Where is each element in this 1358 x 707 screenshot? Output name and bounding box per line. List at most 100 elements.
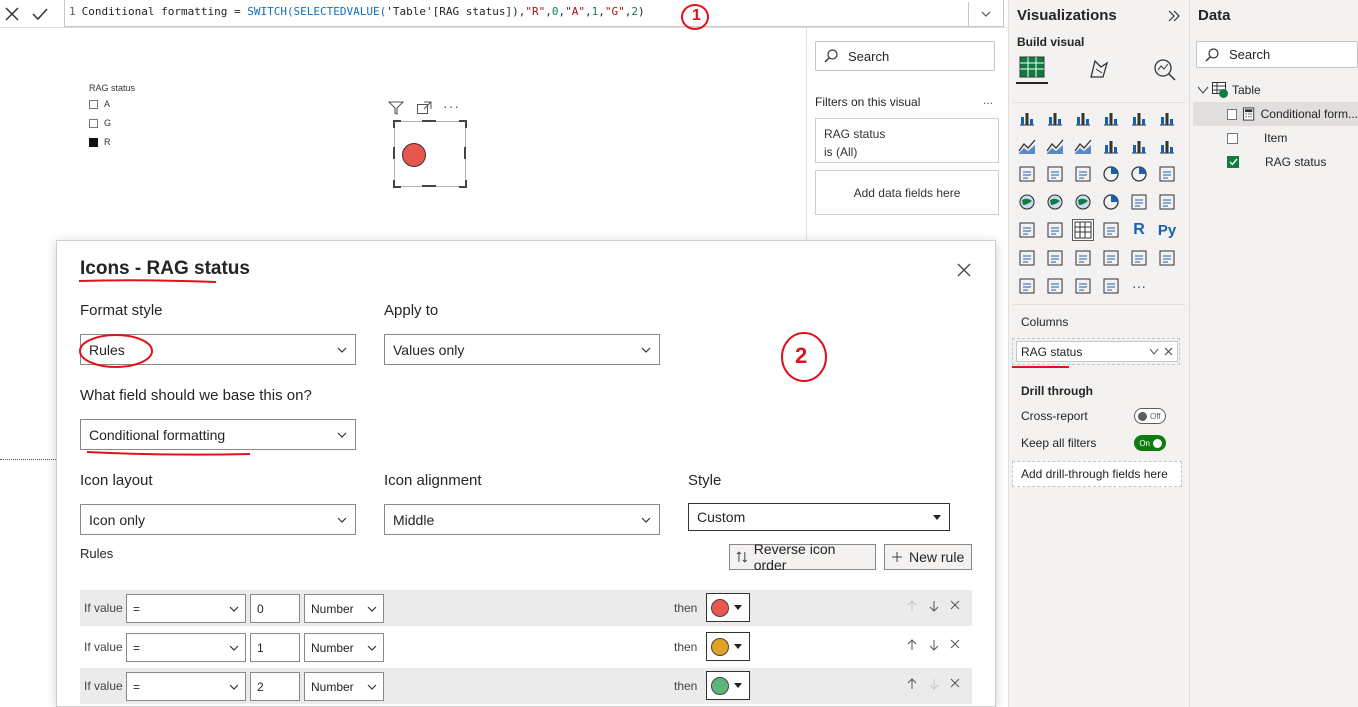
paginated-report-icon[interactable] — [1156, 247, 1178, 269]
format-visual-icon[interactable] — [1087, 57, 1111, 81]
new-rule-button[interactable]: New rule — [884, 544, 972, 570]
build-visual-tab[interactable] — [1016, 52, 1048, 84]
columns-field-pill[interactable]: RAG status — [1016, 341, 1178, 362]
arrow-down-icon[interactable] — [928, 678, 940, 690]
qa-icon[interactable] — [1072, 247, 1094, 269]
slicer-item-a[interactable]: A — [89, 99, 110, 109]
arrow-up-icon[interactable] — [906, 600, 918, 612]
keep-filters-toggle[interactable]: On — [1134, 435, 1166, 451]
cancel-icon[interactable] — [2, 4, 22, 24]
line-chart-icon[interactable] — [1016, 135, 1038, 157]
base-field-dropdown[interactable]: Conditional formatting — [80, 419, 356, 450]
resize-handle[interactable] — [459, 120, 467, 128]
arrow-down-icon[interactable] — [928, 639, 940, 651]
resize-handle[interactable] — [459, 180, 467, 188]
donut-chart-icon[interactable] — [1128, 163, 1150, 185]
rule-value-input[interactable]: 1 — [250, 633, 300, 662]
table-node[interactable]: Table — [1193, 78, 1358, 102]
delete-rule-icon[interactable] — [950, 600, 960, 610]
data-search-input[interactable]: Search — [1196, 41, 1358, 68]
clustered-column-chart-icon[interactable] — [1100, 107, 1122, 129]
add-data-fields-well[interactable]: Add data fields here — [815, 170, 999, 215]
area-chart-icon[interactable] — [1044, 135, 1066, 157]
power-apps-icon[interactable] — [1016, 275, 1038, 297]
reverse-icon-order-button[interactable]: Reverse icon order — [729, 541, 876, 573]
chevron-down-icon[interactable] — [1149, 348, 1159, 356]
slicer-item-g[interactable]: G — [89, 118, 111, 128]
field-checkbox[interactable] — [1227, 108, 1238, 120]
multi-row-card-icon[interactable] — [1156, 191, 1178, 213]
ribbon-chart-icon[interactable] — [1156, 135, 1178, 157]
waterfall-chart-icon[interactable] — [1016, 163, 1038, 185]
arrow-down-icon[interactable] — [928, 600, 940, 612]
card-icon[interactable] — [1128, 191, 1150, 213]
azure-map-icon[interactable] — [1072, 191, 1094, 213]
power-automate-icon[interactable] — [1044, 275, 1066, 297]
gauge-icon[interactable] — [1100, 191, 1122, 213]
chevron-visual-icon[interactable] — [1100, 275, 1122, 297]
treemap-icon[interactable] — [1156, 163, 1178, 185]
filter-card[interactable]: RAG status is (All) — [815, 118, 999, 163]
value-type-dropdown[interactable]: Number — [304, 594, 384, 623]
slicer-item-r[interactable]: R — [89, 137, 111, 147]
chevron-down-icon[interactable] — [1197, 85, 1209, 95]
expand-formula-button[interactable] — [968, 2, 1002, 26]
commit-check-icon[interactable] — [30, 4, 50, 24]
matrix-icon[interactable] — [1100, 219, 1122, 241]
map-icon[interactable] — [1016, 191, 1038, 213]
field-checkbox-checked[interactable] — [1227, 156, 1239, 168]
more-visuals-icon[interactable]: ··· — [1128, 275, 1150, 297]
resize-handle[interactable] — [393, 180, 401, 188]
focus-mode-icon[interactable] — [416, 101, 432, 115]
100-column-chart-icon[interactable] — [1156, 107, 1178, 129]
operator-dropdown[interactable]: = — [126, 633, 246, 662]
field-row-item[interactable]: Item — [1193, 126, 1358, 150]
delete-rule-icon[interactable] — [950, 678, 960, 688]
smart-narrative-icon[interactable] — [1100, 247, 1122, 269]
resize-handle[interactable] — [422, 185, 436, 187]
resize-handle[interactable] — [422, 120, 436, 122]
goals-icon[interactable] — [1128, 247, 1150, 269]
cross-report-toggle[interactable]: Off — [1134, 408, 1166, 424]
filled-map-icon[interactable] — [1044, 191, 1066, 213]
table-icon[interactable] — [1072, 219, 1094, 241]
arrow-up-icon[interactable] — [906, 639, 918, 651]
analytics-icon[interactable] — [1152, 57, 1178, 81]
icon-layout-dropdown[interactable]: Icon only — [80, 504, 356, 535]
100-bar-chart-icon[interactable] — [1128, 107, 1150, 129]
line-column-chart-icon[interactable] — [1100, 135, 1122, 157]
diamond-visual-icon[interactable] — [1072, 275, 1094, 297]
python-visual-icon[interactable]: Py — [1156, 219, 1178, 241]
rule-value-input[interactable]: 0 — [250, 594, 300, 623]
collapse-pane-icon[interactable] — [1167, 10, 1181, 22]
kpi-icon[interactable] — [1016, 219, 1038, 241]
r-visual-icon[interactable]: R — [1128, 219, 1150, 241]
pie-chart-icon[interactable] — [1100, 163, 1122, 185]
resize-handle[interactable] — [393, 147, 395, 159]
slicer-icon[interactable] — [1044, 219, 1066, 241]
drill-through-well[interactable]: Add drill-through fields here — [1012, 461, 1182, 487]
line-stacked-column-icon[interactable] — [1128, 135, 1150, 157]
stacked-column-chart-icon[interactable] — [1044, 107, 1066, 129]
icon-color-picker[interactable] — [706, 593, 750, 622]
key-influencers-icon[interactable] — [1016, 247, 1038, 269]
arrow-up-icon[interactable] — [906, 678, 918, 690]
formula-input[interactable]: 1 Conditional formatting = SWITCH(SELECTE… — [64, 0, 1004, 27]
clustered-bar-chart-icon[interactable] — [1072, 107, 1094, 129]
delete-rule-icon[interactable] — [950, 639, 960, 649]
value-type-dropdown[interactable]: Number — [304, 633, 384, 662]
apply-to-dropdown[interactable]: Values only — [384, 334, 660, 365]
stacked-bar-chart-icon[interactable] — [1016, 107, 1038, 129]
funnel-chart-icon[interactable] — [1044, 163, 1066, 185]
filter-icon[interactable] — [388, 101, 404, 115]
icon-alignment-dropdown[interactable]: Middle — [384, 504, 660, 535]
rule-value-input[interactable]: 2 — [250, 672, 300, 701]
filters-more-icon[interactable]: ... — [983, 93, 993, 107]
filters-search-input[interactable]: Search — [815, 41, 995, 71]
decomposition-tree-icon[interactable] — [1044, 247, 1066, 269]
resize-handle[interactable] — [393, 120, 401, 128]
resize-handle[interactable] — [464, 147, 466, 159]
operator-dropdown[interactable]: = — [126, 594, 246, 623]
icon-color-picker[interactable] — [706, 671, 750, 700]
field-checkbox[interactable] — [1227, 132, 1238, 144]
